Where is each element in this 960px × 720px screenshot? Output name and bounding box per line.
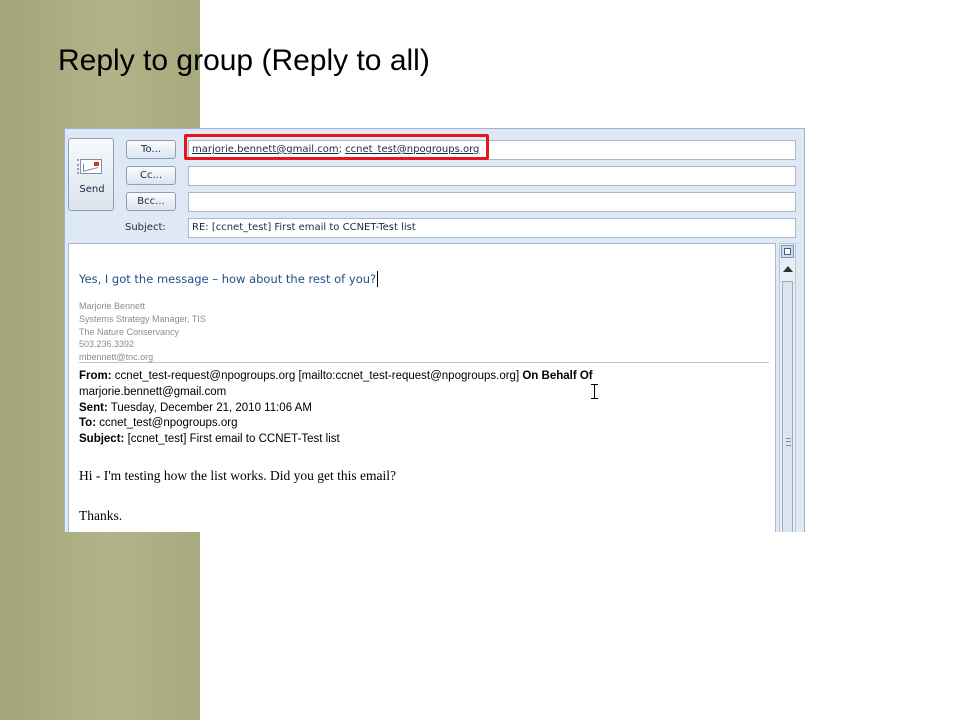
signature-line: Marjorie Bennett [79, 301, 146, 311]
quoted-from-line: From: ccnet_test-request@npogroups.org [… [79, 370, 593, 382]
subject-label: Subject: [125, 222, 166, 233]
cc-button[interactable]: Cc... [126, 166, 176, 185]
quoted-subject-label: Subject: [79, 433, 125, 445]
mouse-ibeam-cursor-icon [590, 384, 599, 400]
from-label: From: [79, 370, 112, 382]
bcc-field[interactable] [188, 192, 796, 212]
cc-field[interactable] [188, 166, 796, 186]
scroll-thumb[interactable] [782, 281, 793, 532]
signature-line: Systems Strategy Manager, TIS [79, 313, 206, 324]
sent-value: Tuesday, December 21, 2010 11:06 AM [110, 402, 312, 414]
bcc-button[interactable]: Bcc... [126, 192, 176, 211]
to-button[interactable]: To... [126, 140, 176, 159]
behalf-label: On Behalf Of [522, 370, 593, 382]
send-button[interactable]: Send [68, 138, 114, 211]
message-line: Thanks. [79, 508, 123, 523]
reply-text[interactable]: Yes, I got the message – how about the r… [79, 271, 379, 287]
signature-line: The Nature Conservancy [79, 326, 180, 337]
to-label: To: [79, 417, 97, 429]
quoted-subject-line: Subject: [ccnet_test] First email to CCN… [79, 433, 340, 445]
quoted-behalf-line: marjorie.bennett@gmail.com [79, 386, 227, 398]
signature-line: 503.236.3392 [79, 339, 135, 350]
slide-title: Reply to group (Reply to all) [58, 44, 430, 77]
quote-separator [79, 362, 769, 363]
text-caret [377, 271, 379, 287]
quoted-to-line: To: ccnet_test@npogroups.org [79, 417, 238, 429]
quoted-subject-value: [ccnet_test] First email to CCNET-Test l… [127, 433, 340, 445]
sent-label: Sent: [79, 402, 108, 414]
signature-block: Marjorie Bennett Systems Strategy Manage… [79, 300, 206, 364]
scroll-up-icon[interactable] [783, 266, 793, 272]
from-value: ccnet_test-request@npogroups.org [mailto… [114, 370, 520, 382]
reply-text-content: Yes, I got the message – how about the r… [79, 272, 377, 286]
ruler-toggle-icon[interactable] [781, 245, 794, 258]
vertical-scrollbar[interactable] [779, 243, 796, 532]
grip-icon [786, 438, 791, 446]
subject-field[interactable]: RE: [ccnet_test] First email to CCNET-Te… [188, 218, 796, 238]
email-compose-window: Send To... Cc... Bcc... Subject: marjori… [64, 128, 805, 532]
to-field-highlight [184, 134, 489, 160]
envelope-icon [80, 159, 102, 174]
quoted-sent-line: Sent: Tuesday, December 21, 2010 11:06 A… [79, 402, 312, 414]
send-label: Send [79, 184, 105, 195]
to-value: ccnet_test@npogroups.org [99, 417, 238, 429]
message-line: Hi - I'm testing how the list works. Did… [79, 468, 397, 483]
